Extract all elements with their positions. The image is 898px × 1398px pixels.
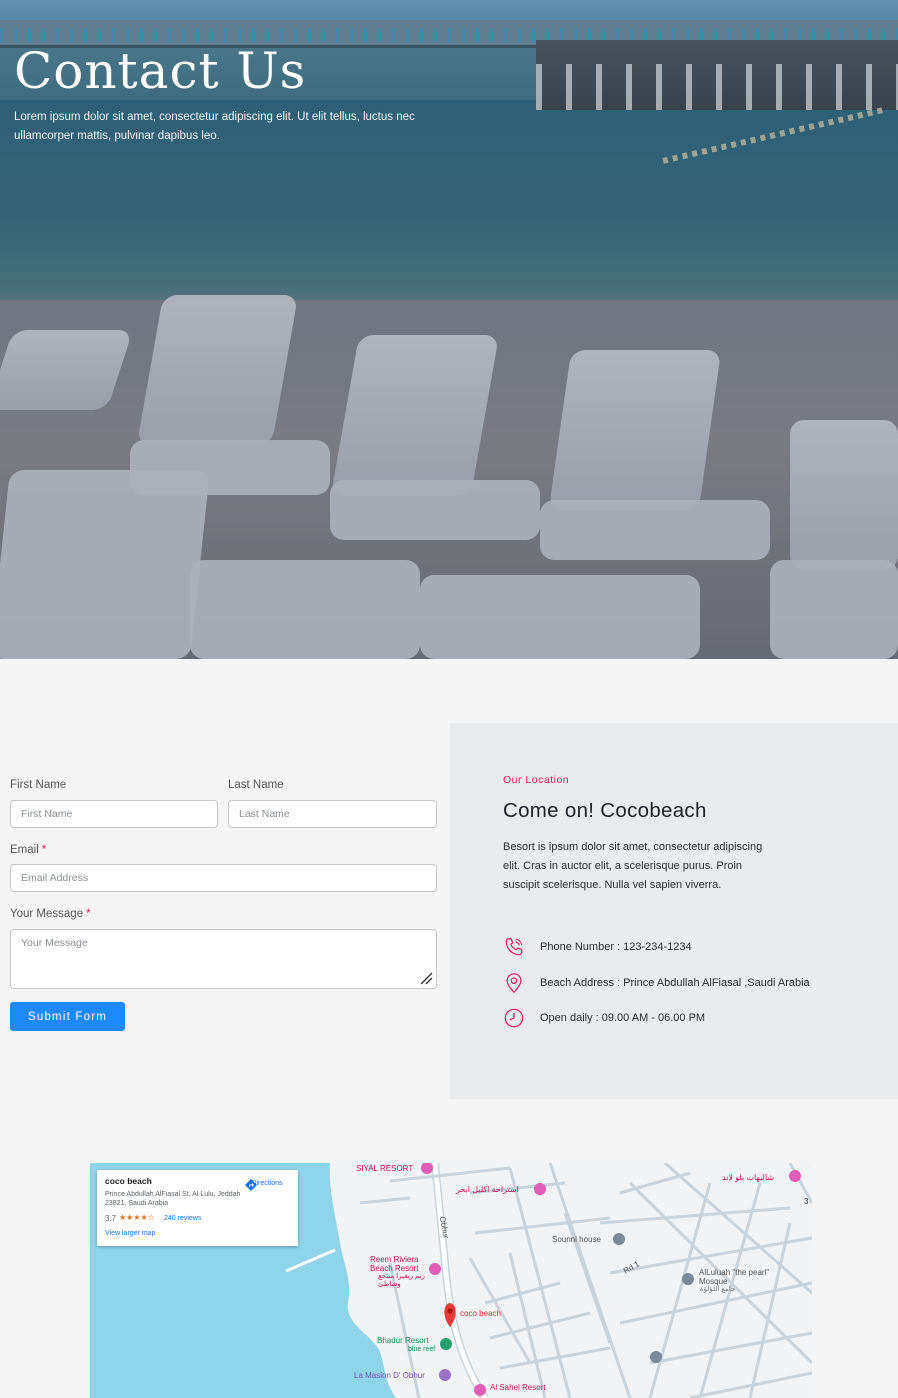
hero-banner: Contact Us Lorem ipsum dolor sit amet, c…	[0, 0, 898, 659]
map-label-reem-riviera[interactable]: Reem Riviera Beach Resort	[370, 1255, 428, 1273]
first-name-input[interactable]: First Name	[10, 800, 218, 828]
email-input[interactable]: Email Address	[10, 864, 437, 892]
map-label-sounni-house[interactable]: Sounni house	[552, 1235, 601, 1244]
location-description: Besort is ipsum dolor sit amet, consecte…	[503, 841, 763, 891]
map-label-three: 3	[804, 1197, 809, 1206]
page-title: Contact Us	[14, 42, 307, 100]
embedded-map[interactable]: coco beach Prince Abdullah AlFiasal St, …	[90, 1163, 812, 1398]
map-place-card: coco beach Prince Abdullah AlFiasal St, …	[97, 1170, 298, 1246]
map-label-ikleel[interactable]: استراحة اكليل ابحر	[456, 1185, 519, 1194]
hero-subtitle: Lorem ipsum dolor sit amet, consectetur …	[14, 111, 415, 142]
map-stars: ★★★★☆	[119, 1213, 155, 1222]
map-label-blue-land[interactable]: شاليهات بلو لاند	[722, 1173, 774, 1182]
map-reviews-link[interactable]: 240 reviews	[164, 1215, 201, 1222]
map-place-address: Prince Abdullah AlFiasal St, Al Lulu, Je…	[105, 1191, 241, 1207]
resize-handle-icon[interactable]	[419, 971, 433, 985]
phone-text: Phone Number : 123-234-1234	[540, 941, 692, 953]
last-name-placeholder: Last Name	[239, 808, 290, 820]
location-panel: Our Location Come on! Cocobeach Besort i…	[450, 723, 898, 1099]
address-info: Beach Address : Prince Abdullah AlFiasal…	[503, 972, 810, 994]
map-label-siyal-resort[interactable]: SIYAL RESORT	[356, 1164, 413, 1173]
hours-info: Open daily : 09.00 AM - 06.00 PM	[503, 1007, 705, 1029]
directions-button[interactable]: Directions	[244, 1178, 290, 1191]
map-label-mosque[interactable]: AlLuluah "the pearl" Mosque	[699, 1268, 771, 1286]
submit-form-button[interactable]: Submit Form	[10, 1002, 125, 1031]
clock-icon	[504, 1008, 524, 1028]
map-place-name: coco beach	[105, 1176, 152, 1186]
map-label-la-masion[interactable]: La Masion D' Obhur	[354, 1371, 425, 1380]
location-pin-icon	[506, 973, 522, 994]
required-mark: *	[86, 908, 91, 920]
email-placeholder: Email Address	[21, 872, 89, 884]
message-placeholder: Your Message	[21, 937, 88, 949]
phone-icon	[505, 938, 523, 956]
map-label-blue-reef: blue reef	[408, 1346, 436, 1353]
email-label: Email *	[10, 844, 47, 856]
message-label: Your Message *	[10, 908, 91, 920]
last-name-label: Last Name	[228, 779, 284, 791]
map-label-reem-arabic: ريم ريفيرا منتجع وشاطئ	[378, 1273, 425, 1288]
map-rating: 3.7	[105, 1214, 117, 1223]
map-label-al-sahel[interactable]: Al Sahel Resort	[490, 1383, 546, 1392]
hours-text: Open daily : 09.00 AM - 06.00 PM	[540, 1012, 706, 1024]
view-larger-map-link[interactable]: View larger map	[105, 1230, 155, 1237]
directions-icon	[245, 1179, 257, 1191]
message-textarea[interactable]: Your Message	[10, 929, 437, 989]
phone-info: Phone Number : 123-234-1234	[503, 936, 692, 958]
map-label-bhadur-resort[interactable]: Bhadur Resort	[377, 1336, 429, 1345]
last-name-input[interactable]: Last Name	[228, 800, 437, 828]
map-label-coco-beach[interactable]: coco beach	[460, 1309, 501, 1318]
map-label-mosque-arabic: جامع اللؤلؤة	[700, 1286, 736, 1293]
location-title: Come on! Cocobeach	[503, 799, 707, 822]
first-name-placeholder: First Name	[21, 808, 73, 820]
first-name-label: First Name	[10, 779, 67, 791]
required-mark: *	[41, 844, 47, 856]
location-eyebrow: Our Location	[503, 774, 570, 786]
address-text: Beach Address : Prince Abdullah AlFiasal…	[540, 977, 810, 989]
